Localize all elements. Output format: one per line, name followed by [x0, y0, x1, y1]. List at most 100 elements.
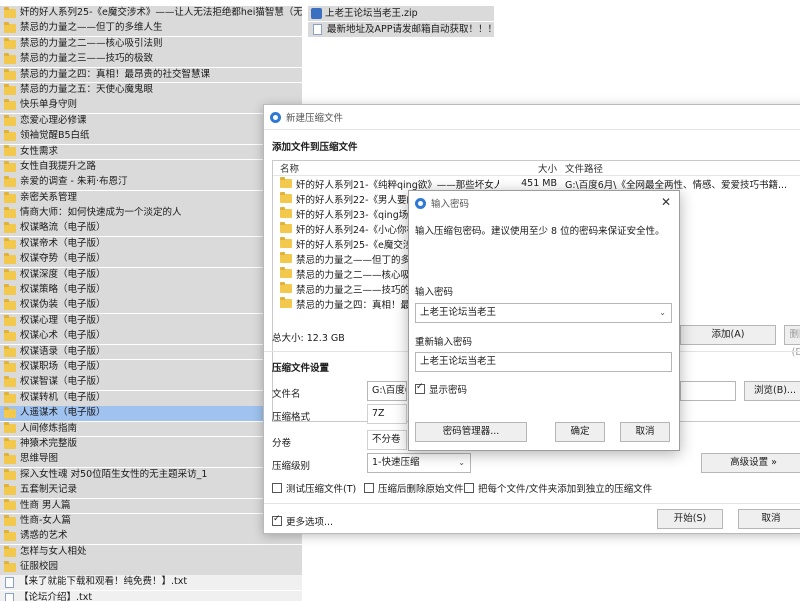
checkbox-box[interactable] — [464, 483, 474, 493]
folder-item[interactable]: 禁忌的力量之三——技巧的极致 — [0, 52, 302, 68]
cancel-button[interactable]: 取消 — [620, 422, 670, 442]
column-size[interactable]: 大小 — [499, 161, 557, 175]
text-file-icon — [313, 24, 322, 35]
folder-icon — [4, 484, 16, 496]
folder-item[interactable]: 探入女性魂 对50位陌生女性的无主题采访_1 — [0, 467, 302, 483]
settings-title: 压缩文件设置 — [272, 363, 330, 374]
folder-item[interactable]: 权谋智谋（电子版） — [0, 375, 302, 391]
folder-item[interactable]: 亲密关系管理 — [0, 190, 302, 206]
item-label: 禁忌的力量之——但丁的多维人生 — [20, 22, 163, 34]
file-item[interactable]: 【论坛介绍】.txt — [0, 590, 302, 601]
text-file-icon — [5, 592, 14, 601]
chevron-down-icon: ⌄ — [659, 308, 666, 317]
folder-item[interactable]: 诱惑的艺术 — [0, 529, 302, 545]
folder-item[interactable]: 禁忌的力量之二——核心吸引法则 — [0, 36, 302, 52]
delete-after-checkbox[interactable]: 压缩后删除原始文件 — [364, 481, 464, 495]
folder-item[interactable]: 恋爱心理必修课 — [0, 113, 302, 129]
item-label: 性商 男人篇 — [20, 499, 71, 511]
checkbox-box[interactable] — [364, 483, 374, 493]
folder-item[interactable]: 性商 男人篇 — [0, 498, 302, 514]
folder-item[interactable]: 权谋伪装（电子版） — [0, 298, 302, 314]
more-options-checkbox[interactable]: 更多选项... — [272, 514, 333, 528]
advanced-settings-button[interactable]: 高级设置 » — [701, 453, 800, 473]
level-label: 压缩级别 — [272, 461, 311, 472]
cancel-button[interactable]: 取消 — [738, 509, 800, 529]
file-item[interactable]: 最新地址及APP请发邮箱自动获取！！！.txt — [308, 22, 494, 37]
folder-item[interactable]: 权谋略流（电子版） — [0, 221, 302, 237]
folder-item[interactable]: 快乐单身守则 — [0, 98, 302, 114]
folder-item[interactable]: 权谋职场（电子版） — [0, 359, 302, 375]
zip-file-icon — [311, 8, 322, 19]
folder-item[interactable]: 权谋语录（电子版） — [0, 344, 302, 360]
item-label: 女性需求 — [20, 145, 59, 157]
confirm-password-input[interactable]: 上老王论坛当老王 — [415, 352, 672, 372]
test-archive-checkbox[interactable]: 测试压缩文件(T) — [272, 481, 356, 495]
item-label: 亲密关系管理 — [20, 191, 78, 203]
folder-item[interactable]: 神猿术完整版 — [0, 436, 302, 452]
checkbox-box[interactable] — [415, 382, 425, 394]
folder-item[interactable]: 禁忌的力量之——但丁的多维人生 — [0, 21, 302, 37]
folder-item[interactable]: 怎样与女人相处 — [0, 544, 302, 560]
folder-item[interactable]: 女性自我提升之路 — [0, 159, 302, 175]
filename-input[interactable]: G:\百度6月 — [367, 381, 407, 401]
folder-item[interactable]: 五套制天记录 — [0, 483, 302, 498]
password-input[interactable]: 上老王论坛当老王 ⌄ — [415, 303, 672, 323]
folder-item[interactable]: 亲爱的调查 - 朱莉·布恩汀 — [0, 175, 302, 191]
show-password-checkbox[interactable]: 显示密码 — [415, 382, 467, 396]
start-button[interactable]: 开始(S) — [657, 509, 723, 529]
folder-icon — [4, 176, 16, 188]
folder-icon — [4, 530, 16, 542]
folder-item[interactable]: 征服校园 — [0, 560, 302, 575]
table-row[interactable]: 奸的好人系列21-《纯粹qing欲》——那些坏女人... 451 MB G:\百度6… — [273, 176, 800, 191]
split-select[interactable]: 不分卷 — [367, 430, 407, 450]
folder-item[interactable]: 禁忌的力量之五：天使心魔鬼眼 — [0, 82, 302, 98]
folder-item[interactable]: 权谋夺势（电子版） — [0, 252, 302, 268]
add-button[interactable]: 添加(A) — [680, 325, 776, 345]
password-manager-button[interactable]: 密码管理器... — [415, 422, 527, 442]
folder-item[interactable]: 权谋心理（电子版） — [0, 313, 302, 329]
folder-item[interactable]: 权谋深度（电子版） — [0, 267, 302, 283]
checkbox-box[interactable] — [272, 483, 282, 493]
folder-item[interactable]: 女性需求 — [0, 144, 302, 160]
folder-item[interactable]: 领袖觉醒B5白纸 — [0, 129, 302, 145]
delete-button[interactable]: 删除(D) — [784, 325, 800, 358]
item-label: 权谋职场（电子版） — [20, 360, 106, 372]
folder-item[interactable]: 人遥谋术（电子版） — [0, 406, 302, 422]
folder-icon — [4, 561, 16, 572]
level-select[interactable]: 1-快速压缩 ⌄ — [367, 453, 471, 473]
item-label: 诱惑的艺术 — [20, 530, 68, 542]
folder-icon — [4, 83, 16, 95]
folder-icon — [4, 6, 16, 18]
divider — [264, 129, 800, 130]
ok-button[interactable]: 确定 — [555, 422, 605, 442]
folder-item[interactable]: 性商-女人篇 — [0, 513, 302, 529]
filename-input-tail[interactable] — [680, 381, 736, 401]
folder-item[interactable]: 权谋帝术（电子版） — [0, 236, 302, 252]
folder-icon — [4, 299, 16, 311]
item-label: 上老王论坛当老王.zip — [325, 8, 418, 19]
split-label: 分卷 — [272, 438, 292, 449]
folder-item[interactable]: 人间修炼指南 — [0, 421, 302, 437]
folder-item[interactable]: 思维导图 — [0, 452, 302, 468]
format-select[interactable]: 7Z — [367, 404, 407, 424]
confirm-password-label: 重新输入密码 — [415, 337, 473, 348]
column-name[interactable]: 名称 — [273, 161, 499, 175]
column-path[interactable]: 文件路径 — [557, 161, 603, 175]
folder-item[interactable]: 情商大师：如何快速成为一个淡定的人 — [0, 206, 302, 221]
file-item[interactable]: 上老王论坛当老王.zip — [308, 6, 494, 21]
folder-item[interactable]: 奸的好人系列25-《e魔交涉术》——让人无法拒绝都hei猫智慧（无水印） — [0, 6, 302, 21]
folder-item[interactable]: 禁忌的力量之四：真相！最昂贵的社交智慧课 — [0, 67, 302, 83]
folder-icon — [280, 297, 292, 308]
browse-button[interactable]: 浏览(B)... — [744, 381, 800, 401]
checkbox-box[interactable] — [272, 514, 282, 526]
item-label: 情商大师：如何快速成为一个淡定的人 — [20, 207, 182, 219]
folder-item[interactable]: 权谋心术（电子版） — [0, 329, 302, 345]
separate-archives-checkbox[interactable]: 把每个文件/文件夹添加到独立的压缩文件 — [464, 481, 652, 495]
file-item[interactable]: 【来了就能下载和观看！纯免费！】.txt — [0, 575, 302, 591]
item-label: 权谋转机（电子版） — [20, 391, 106, 403]
folder-icon — [4, 130, 16, 142]
item-label: 【来了就能下载和观看！纯免费！】.txt — [19, 576, 188, 588]
close-icon[interactable]: ✕ — [661, 195, 671, 209]
folder-item[interactable]: 权谋策略（电子版） — [0, 283, 302, 298]
folder-item[interactable]: 权谋转机（电子版） — [0, 390, 302, 406]
